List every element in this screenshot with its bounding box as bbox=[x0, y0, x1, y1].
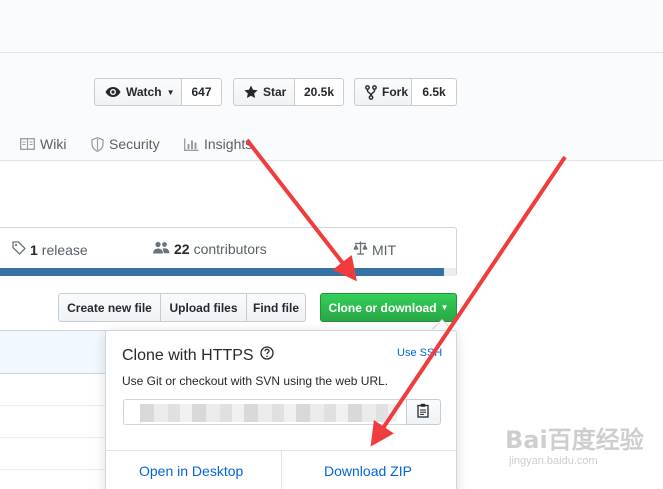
popover-vertical-divider bbox=[281, 451, 282, 489]
download-zip-link[interactable]: Download ZIP bbox=[324, 463, 412, 479]
fork-button-group: Fork 6.5k bbox=[354, 78, 457, 106]
clone-button-label: Clone or download bbox=[328, 300, 437, 315]
tab-wiki[interactable]: Wiki bbox=[20, 130, 66, 158]
watch-button-group: Watch ▼ 647 bbox=[94, 78, 222, 106]
list-item[interactable] bbox=[0, 438, 110, 470]
watermark-url: jingyan.baidu.com bbox=[509, 455, 598, 467]
license-link[interactable]: MIT bbox=[353, 241, 396, 258]
file-list bbox=[0, 330, 110, 489]
star-icon bbox=[244, 85, 258, 99]
contributors-label: contributors bbox=[193, 241, 267, 257]
fork-button[interactable]: Fork bbox=[354, 78, 412, 106]
releases-label: release bbox=[41, 241, 88, 258]
clone-popover-title: Clone with HTTPS bbox=[122, 346, 274, 365]
law-icon bbox=[353, 241, 368, 258]
blurred-url bbox=[140, 404, 397, 422]
book-icon bbox=[20, 138, 35, 150]
caret-down-icon: ▼ bbox=[440, 303, 449, 312]
tab-insights[interactable]: Insights bbox=[184, 130, 252, 158]
create-new-file-button[interactable]: Create new file bbox=[58, 293, 161, 322]
contributors-link[interactable]: 22 contributors bbox=[153, 241, 267, 257]
star-count[interactable]: 20.5k bbox=[295, 78, 344, 106]
tab-security-label: Security bbox=[109, 136, 160, 152]
copy-url-button[interactable] bbox=[406, 399, 441, 425]
watermark-logo: Bai百度经验 bbox=[505, 426, 644, 454]
star-button[interactable]: Star bbox=[233, 78, 295, 106]
watch-count[interactable]: 647 bbox=[182, 78, 222, 106]
file-navigation: Create new file Upload files Find file bbox=[58, 293, 306, 322]
clone-description: Use Git or checkout with SVN using the w… bbox=[122, 374, 389, 388]
commit-tease bbox=[0, 331, 110, 374]
use-ssh-link[interactable]: Use SSH bbox=[397, 347, 442, 359]
clippy-icon bbox=[417, 403, 430, 421]
watch-button[interactable]: Watch ▼ bbox=[94, 78, 182, 106]
fork-count[interactable]: 6.5k bbox=[412, 78, 457, 106]
people-icon bbox=[153, 241, 170, 257]
watch-label: Watch bbox=[126, 85, 162, 99]
star-label: Star bbox=[263, 85, 287, 99]
star-button-group: Star 20.5k bbox=[233, 78, 344, 106]
clone-or-download-button[interactable]: Clone or download ▼ bbox=[320, 293, 457, 322]
list-item[interactable] bbox=[0, 470, 110, 489]
top-header-band bbox=[0, 0, 663, 53]
find-file-button[interactable]: Find file bbox=[247, 293, 306, 322]
shield-icon bbox=[91, 136, 104, 152]
graph-icon bbox=[184, 138, 199, 151]
contributors-count: 22 bbox=[174, 241, 190, 257]
language-bar[interactable] bbox=[0, 268, 444, 276]
upload-files-button[interactable]: Upload files bbox=[161, 293, 247, 322]
list-item[interactable] bbox=[0, 374, 110, 406]
eye-icon bbox=[105, 86, 121, 98]
clone-title-text: Clone with HTTPS bbox=[122, 346, 254, 364]
fork-label: Fork bbox=[382, 85, 409, 99]
open-in-desktop-link[interactable]: Open in Desktop bbox=[139, 463, 243, 479]
license-label: MIT bbox=[372, 241, 397, 258]
tab-security[interactable]: Security bbox=[91, 130, 160, 158]
tag-icon bbox=[12, 241, 26, 258]
baidu-watermark: Bai百度经验 jingyan.baidu.com bbox=[505, 420, 645, 470]
caret-down-icon: ▼ bbox=[166, 87, 175, 97]
clone-popover: Clone with HTTPS Use SSH Use Git or chec… bbox=[105, 330, 457, 489]
releases-count: 1 bbox=[30, 241, 38, 258]
clone-url-input[interactable] bbox=[123, 399, 406, 425]
language-bar-rest bbox=[444, 268, 456, 276]
question-icon[interactable] bbox=[259, 346, 274, 365]
list-item[interactable] bbox=[0, 406, 110, 438]
releases-link[interactable]: 1 release bbox=[12, 241, 88, 258]
fork-icon bbox=[365, 84, 377, 100]
tab-insights-label: Insights bbox=[204, 136, 253, 152]
tab-wiki-label: Wiki bbox=[40, 136, 67, 152]
